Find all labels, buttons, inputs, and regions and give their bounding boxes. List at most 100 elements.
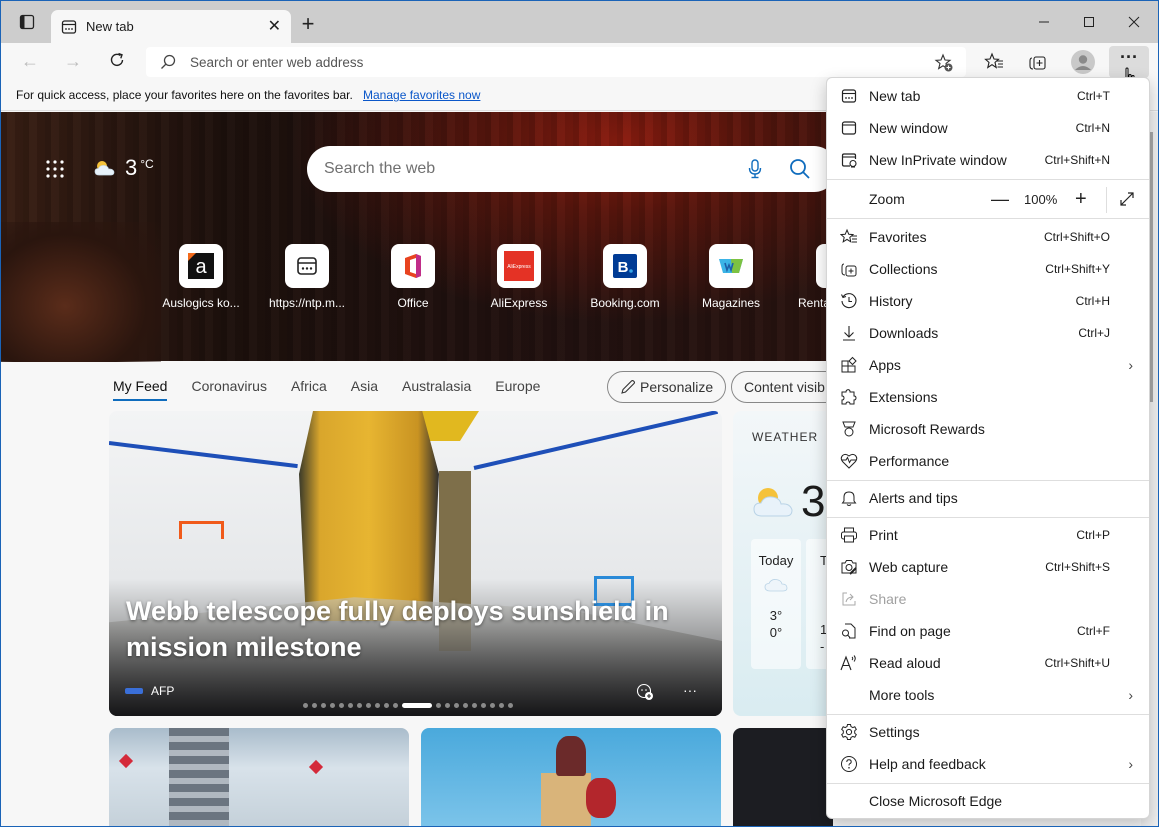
feed-tab-coronavirus[interactable]: Coronavirus bbox=[191, 369, 266, 403]
carousel-dot[interactable] bbox=[472, 703, 477, 708]
news-card-dark[interactable] bbox=[733, 728, 833, 826]
menu-item-read-aloud[interactable]: Read aloud Ctrl+Shift+U bbox=[827, 647, 1149, 679]
fullscreen-icon[interactable] bbox=[1119, 191, 1135, 207]
carousel-dot[interactable] bbox=[454, 703, 459, 708]
personalize-button[interactable]: Personalize bbox=[607, 371, 727, 403]
forecast-day[interactable]: Today 3° 0° bbox=[751, 539, 801, 669]
back-button[interactable]: ← bbox=[21, 51, 39, 72]
app-launcher-icon[interactable] bbox=[45, 159, 65, 179]
menu-item-collections[interactable]: Collections Ctrl+Shift+Y bbox=[827, 253, 1149, 285]
menu-item-more-tools[interactable]: More tools › bbox=[827, 679, 1149, 711]
hero-news-card[interactable]: Webb telescope fully deploys sunshield i… bbox=[109, 411, 722, 716]
tab-actions-icon[interactable] bbox=[19, 14, 35, 30]
magazines-icon bbox=[709, 244, 753, 288]
menu-label: Apps bbox=[869, 357, 901, 373]
quick-link-ntp[interactable]: https://ntp.m... bbox=[254, 244, 360, 310]
menu-item-downloads[interactable]: Downloads Ctrl+J bbox=[827, 317, 1149, 349]
menu-item-web-capture[interactable]: Web capture Ctrl+Shift+S bbox=[827, 551, 1149, 583]
favorites-icon[interactable] bbox=[983, 51, 1005, 73]
menu-item-microsoft-rewards[interactable]: Microsoft Rewards bbox=[827, 413, 1149, 445]
more-options-icon[interactable]: ··· bbox=[683, 682, 697, 698]
menu-label: Downloads bbox=[869, 325, 939, 341]
carousel-dot[interactable] bbox=[490, 703, 495, 708]
manage-favorites-link[interactable]: Manage favorites now bbox=[363, 88, 480, 102]
carousel-indicator[interactable] bbox=[301, 703, 515, 708]
carousel-dot[interactable] bbox=[312, 703, 317, 708]
new-tab-button[interactable]: + bbox=[297, 11, 319, 37]
menu-item-settings[interactable]: Settings bbox=[827, 716, 1149, 748]
carousel-dot[interactable] bbox=[375, 703, 380, 708]
feed-tab-my-feed[interactable]: My Feed bbox=[113, 369, 168, 403]
menu-item-print[interactable]: Print Ctrl+P bbox=[827, 519, 1149, 551]
forward-button[interactable]: → bbox=[64, 51, 82, 72]
search-submit-icon[interactable] bbox=[789, 158, 811, 180]
quick-link-aliexpress[interactable]: AliExpress AliExpress bbox=[466, 244, 572, 310]
quick-link-office[interactable]: Office bbox=[360, 244, 466, 310]
menu-item-history[interactable]: History Ctrl+H bbox=[827, 285, 1149, 317]
address-bar[interactable]: Search or enter web address bbox=[146, 47, 966, 77]
collections-icon[interactable] bbox=[1027, 51, 1049, 73]
microphone-icon[interactable] bbox=[747, 159, 763, 179]
image-detail bbox=[541, 773, 591, 826]
menu-separator bbox=[827, 517, 1149, 518]
news-card-snow-traffic[interactable] bbox=[109, 728, 409, 826]
menu-item-apps[interactable]: Apps › bbox=[827, 349, 1149, 381]
close-tab-icon[interactable]: ✕ bbox=[268, 16, 281, 36]
menu-item-close-microsoft-edge[interactable]: Close Microsoft Edge bbox=[827, 785, 1149, 817]
hero-headline[interactable]: Webb telescope fully deploys sunshield i… bbox=[126, 593, 706, 665]
menu-item-extensions[interactable]: Extensions bbox=[827, 381, 1149, 413]
menu-item-new-inprivate-window[interactable]: New InPrivate window Ctrl+Shift+N bbox=[827, 144, 1149, 176]
zoom-out-button[interactable]: — bbox=[991, 189, 1009, 210]
carousel-dot[interactable] bbox=[321, 703, 326, 708]
carousel-dot[interactable] bbox=[481, 703, 486, 708]
menu-item-help-and-feedback[interactable]: Help and feedback › bbox=[827, 748, 1149, 780]
carousel-dot[interactable] bbox=[330, 703, 335, 708]
carousel-dot[interactable] bbox=[463, 703, 468, 708]
weather-card[interactable]: WEATHER 3 Today 3° 0° T 1 - bbox=[733, 411, 833, 716]
zoom-in-button[interactable]: + bbox=[1075, 188, 1087, 211]
quick-link-magazines[interactable]: Magazines bbox=[678, 244, 784, 310]
feed-tab-australasia[interactable]: Australasia bbox=[402, 369, 471, 403]
menu-item-new-window[interactable]: New window Ctrl+N bbox=[827, 112, 1149, 144]
refresh-button[interactable] bbox=[108, 51, 126, 69]
close-window-button[interactable] bbox=[1119, 9, 1149, 35]
carousel-dot[interactable] bbox=[445, 703, 450, 708]
quick-link-auslogics[interactable]: a Auslogics ko... bbox=[148, 244, 254, 310]
add-favorite-icon[interactable] bbox=[934, 53, 954, 73]
feed-tab-europe[interactable]: Europe bbox=[495, 369, 540, 403]
menu-item-find-on-page[interactable]: Find on page Ctrl+F bbox=[827, 615, 1149, 647]
maximize-button[interactable] bbox=[1074, 9, 1104, 35]
carousel-dot[interactable] bbox=[357, 703, 362, 708]
quick-link-booking[interactable]: B Booking.com bbox=[572, 244, 678, 310]
menu-item-new-tab[interactable]: New tab Ctrl+T bbox=[827, 80, 1149, 112]
carousel-dot-active[interactable] bbox=[402, 703, 432, 708]
carousel-dot[interactable] bbox=[499, 703, 504, 708]
carousel-dot[interactable] bbox=[303, 703, 308, 708]
menu-item-performance[interactable]: Performance bbox=[827, 445, 1149, 477]
carousel-dot[interactable] bbox=[436, 703, 441, 708]
weather-unit: °C bbox=[140, 157, 154, 171]
carousel-dot[interactable] bbox=[339, 703, 344, 708]
menu-item-favorites[interactable]: Favorites Ctrl+Shift+O bbox=[827, 221, 1149, 253]
menu-label: New InPrivate window bbox=[869, 152, 1007, 168]
carousel-dot[interactable] bbox=[393, 703, 398, 708]
tab-new-tab[interactable]: New tab ✕ bbox=[51, 10, 291, 43]
menu-item-alerts-and-tips[interactable]: Alerts and tips bbox=[827, 482, 1149, 514]
carousel-dot[interactable] bbox=[366, 703, 371, 708]
news-source[interactable]: AFP bbox=[125, 684, 174, 698]
carousel-dot[interactable] bbox=[348, 703, 353, 708]
minimize-button[interactable] bbox=[1029, 9, 1059, 35]
carousel-dot[interactable] bbox=[508, 703, 513, 708]
news-source-name: AFP bbox=[151, 684, 175, 698]
aliexpress-icon: AliExpress bbox=[497, 244, 541, 288]
reaction-icon[interactable] bbox=[636, 683, 654, 701]
feed-tab-africa[interactable]: Africa bbox=[291, 369, 327, 403]
web-search-box[interactable]: Search the web bbox=[307, 146, 837, 192]
auslogics-icon: a bbox=[179, 244, 223, 288]
news-card-game[interactable] bbox=[421, 728, 721, 826]
carousel-dot[interactable] bbox=[384, 703, 389, 708]
image-detail bbox=[179, 521, 224, 539]
feed-tab-asia[interactable]: Asia bbox=[351, 369, 378, 403]
weather-widget[interactable]: 3 °C bbox=[93, 155, 154, 181]
profile-avatar[interactable] bbox=[1071, 50, 1095, 74]
